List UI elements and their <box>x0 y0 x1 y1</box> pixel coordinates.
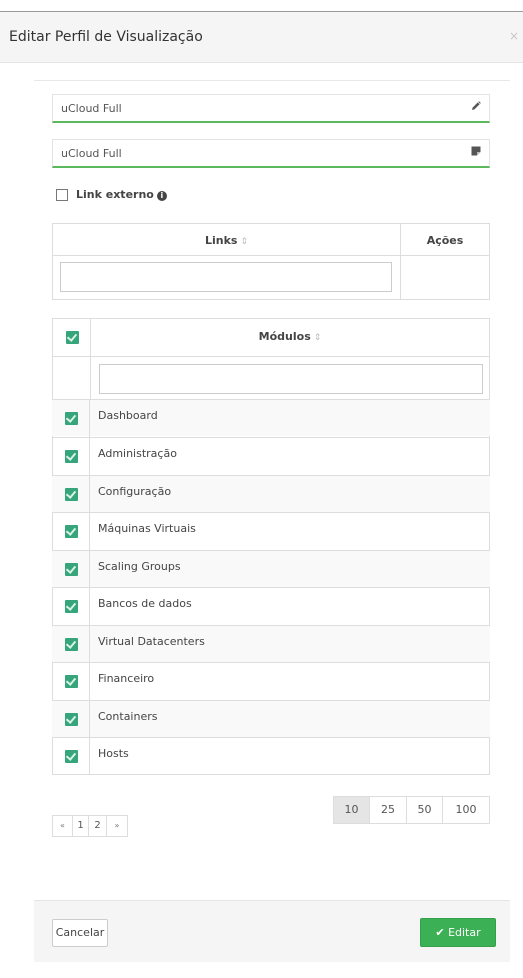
edit-button[interactable]: ✔ Editar <box>420 918 496 947</box>
modal-top-border <box>0 0 523 12</box>
column-divider <box>89 551 90 588</box>
table-row: Configuração <box>52 475 490 513</box>
external-link-checkbox[interactable] <box>56 189 68 201</box>
row-checkbox[interactable] <box>65 675 78 688</box>
table-row: Bancos de dados <box>52 587 490 625</box>
row-divider <box>53 255 489 256</box>
cancel-button[interactable]: Cancelar <box>52 919 108 947</box>
modal-header: Editar Perfil de Visualização × <box>0 12 523 63</box>
column-divider <box>89 663 90 700</box>
row-divider <box>53 356 489 357</box>
row-checkbox[interactable] <box>65 750 78 763</box>
column-divider <box>89 626 90 663</box>
module-label: Máquinas Virtuais <box>98 522 196 535</box>
info-icon[interactable]: i <box>156 191 167 201</box>
module-label: Hosts <box>98 747 129 760</box>
links-filter-input[interactable] <box>60 262 392 292</box>
links-header-label: Links <box>204 234 238 247</box>
module-label: Virtual Datacenters <box>98 635 205 648</box>
sort-icon: ⇕ <box>240 237 249 247</box>
row-checkbox[interactable] <box>65 488 78 501</box>
column-divider <box>400 224 401 299</box>
page-size-100-button[interactable]: 100 <box>443 797 489 823</box>
page-size-25-button[interactable]: 25 <box>370 797 407 823</box>
page-1-button[interactable]: 1 <box>73 816 89 836</box>
select-all-checkbox[interactable] <box>66 331 79 344</box>
actions-column-header: Ações <box>426 234 464 247</box>
row-checkbox[interactable] <box>65 525 78 538</box>
table-row: Scaling Groups <box>52 550 490 588</box>
module-label: Bancos de dados <box>98 597 192 610</box>
module-label: Scaling Groups <box>98 560 181 573</box>
row-checkbox[interactable] <box>65 412 78 425</box>
profile-description-field[interactable]: uCloud Full <box>52 139 490 168</box>
pagination: « 1 2 » <box>52 815 128 837</box>
modal-title: Editar Perfil de Visualização <box>9 29 203 45</box>
table-row: Hosts <box>52 737 490 775</box>
row-checkbox[interactable] <box>65 713 78 726</box>
close-icon[interactable]: × <box>509 29 519 43</box>
column-divider <box>89 738 90 775</box>
profile-name-value: uCloud Full <box>61 102 122 115</box>
page-size-selector: 10 25 50 100 <box>333 796 490 824</box>
table-row: Containers <box>52 700 490 738</box>
divider <box>34 80 510 81</box>
column-divider <box>89 438 90 475</box>
links-column-header[interactable]: Links ⇕ <box>53 234 400 247</box>
module-label: Financeiro <box>98 672 155 685</box>
table-row: Máquinas Virtuais <box>52 512 490 550</box>
edit-button-label: Editar <box>448 926 481 939</box>
pencil-icon <box>472 101 481 110</box>
table-row: Financeiro <box>52 662 490 700</box>
column-divider <box>89 588 90 625</box>
first-page-button[interactable]: « <box>53 816 73 836</box>
column-divider <box>89 513 90 550</box>
modules-filter-input[interactable] <box>99 364 483 394</box>
row-checkbox[interactable] <box>65 450 78 463</box>
links-table: Links ⇕ Ações <box>52 223 490 300</box>
note-icon <box>471 146 481 156</box>
row-checkbox[interactable] <box>65 600 78 613</box>
module-label: Containers <box>98 710 158 723</box>
last-page-button[interactable]: » <box>107 816 127 836</box>
table-row: Administração <box>52 437 490 475</box>
profile-description-value: uCloud Full <box>61 147 122 160</box>
page-size-10-button[interactable]: 10 <box>334 797 370 823</box>
sort-icon: ⇕ <box>313 333 322 343</box>
modal-footer: Cancelar ✔ Editar <box>34 900 510 962</box>
external-link-label: Link externo i <box>76 188 167 201</box>
module-label: Dashboard <box>98 409 158 422</box>
profile-name-field[interactable]: uCloud Full <box>52 94 490 123</box>
modules-header-label: Módulos <box>258 330 311 343</box>
module-label: Administração <box>98 447 177 460</box>
table-row: Virtual Datacenters <box>52 625 490 663</box>
table-row: Dashboard <box>52 399 490 437</box>
row-checkbox[interactable] <box>65 638 78 651</box>
column-divider <box>89 476 90 513</box>
checkmark-icon: ✔ <box>435 926 445 939</box>
column-divider <box>89 400 90 437</box>
row-checkbox[interactable] <box>65 563 78 576</box>
column-divider <box>89 701 90 738</box>
page-2-button[interactable]: 2 <box>89 816 107 836</box>
page-size-50-button[interactable]: 50 <box>407 797 443 823</box>
external-link-text: Link externo <box>76 188 154 201</box>
module-label: Configuração <box>98 485 172 498</box>
modules-column-header[interactable]: Módulos ⇕ <box>91 330 489 343</box>
